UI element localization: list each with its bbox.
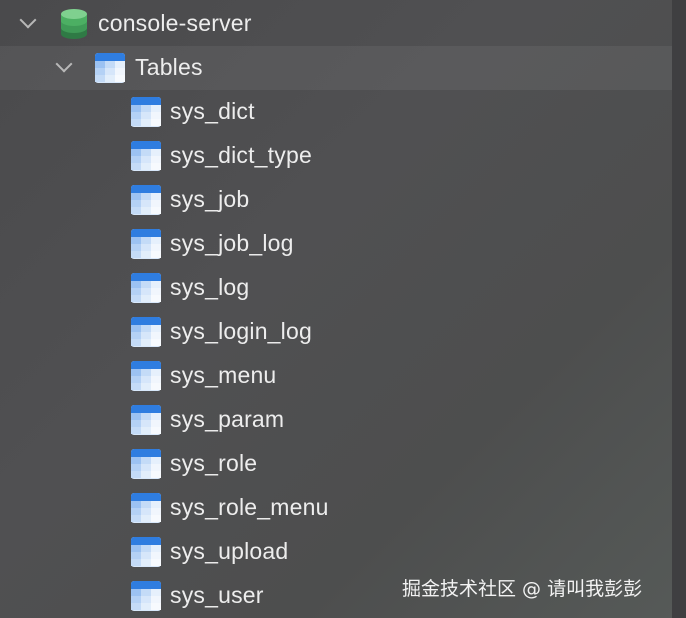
table-name: sys_job [170,186,250,212]
table-name: sys_login_log [170,318,312,344]
watermark: 掘金技术社区 @ 请叫我彭彭 [402,578,643,600]
table-icon [130,228,162,260]
table-name: sys_upload [170,538,289,564]
table-icon [130,272,162,304]
database-tree-panel: console-server Tables sys_dict sys_dict_… [0,0,686,618]
table-icon [130,404,162,436]
table-icon [130,492,162,524]
table-icon [130,360,162,392]
table-icon [94,52,126,84]
table-item-sys-role[interactable]: sys_role [0,442,672,486]
tree-node-database[interactable]: console-server [0,2,672,46]
tree-node-tables-folder[interactable]: Tables [0,46,672,90]
table-icon [130,96,162,128]
table-name: sys_param [170,406,285,432]
table-name: sys_role [170,450,258,476]
database-name: console-server [98,10,252,36]
table-name: sys_dict_type [170,142,312,168]
table-item-sys-log[interactable]: sys_log [0,266,672,310]
table-name: sys_dict [170,98,255,124]
table-name: sys_job_log [170,230,294,256]
table-name: sys_menu [170,362,277,388]
table-icon [130,448,162,480]
table-item-sys-login-log[interactable]: sys_login_log [0,310,672,354]
table-name: sys_log [170,274,250,300]
table-icon [130,316,162,348]
chevron-down-icon[interactable] [55,55,73,73]
chevron-down-icon[interactable] [19,11,37,29]
table-item-sys-dict[interactable]: sys_dict [0,90,672,134]
table-icon [130,536,162,568]
table-name: sys_role_menu [170,494,329,520]
table-icon [130,184,162,216]
scrollbar-track[interactable] [672,0,686,618]
table-item-sys-job[interactable]: sys_job [0,178,672,222]
table-name: sys_user [170,582,264,608]
table-item-sys-job-log[interactable]: sys_job_log [0,222,672,266]
folder-name: Tables [135,54,203,80]
database-icon [61,9,87,39]
table-item-sys-menu[interactable]: sys_menu [0,354,672,398]
table-item-sys-dict-type[interactable]: sys_dict_type [0,134,672,178]
table-item-sys-upload[interactable]: sys_upload [0,530,672,574]
table-item-sys-role-menu[interactable]: sys_role_menu [0,486,672,530]
table-icon [130,140,162,172]
table-item-sys-param[interactable]: sys_param [0,398,672,442]
table-icon [130,580,162,612]
